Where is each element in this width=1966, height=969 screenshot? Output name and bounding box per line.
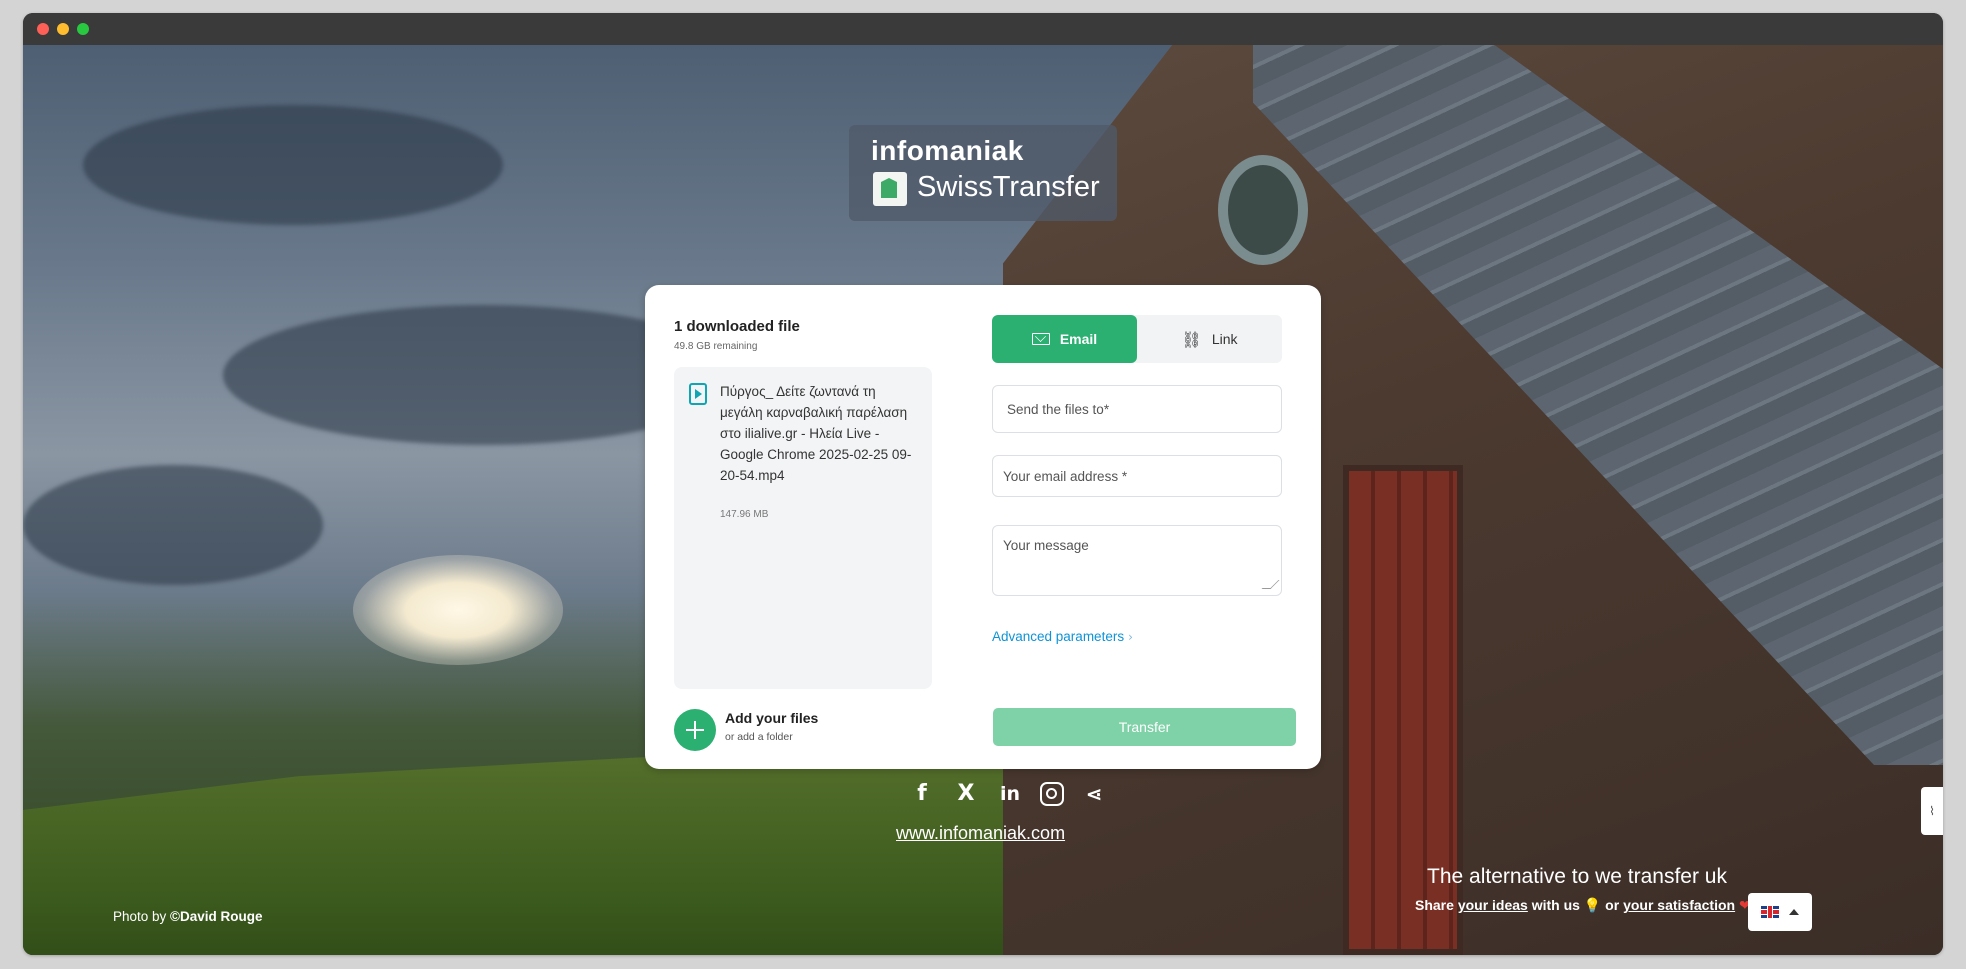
- logo-product: SwissTransfer: [917, 171, 1100, 203]
- background-round-window: [1218, 155, 1308, 265]
- share-or: or: [1601, 897, 1624, 913]
- background-sun: [353, 555, 563, 665]
- share-text: Share: [1415, 897, 1458, 913]
- instagram-icon[interactable]: [1040, 781, 1064, 806]
- feedback-line: Share your ideas with us 💡 or your satis…: [1415, 897, 1751, 914]
- tab-email-label: Email: [1059, 331, 1098, 347]
- photo-author-link[interactable]: ©David Rouge: [170, 909, 262, 924]
- browser-window: infomaniak SwissTransfer 1 downloaded fi…: [23, 13, 1943, 955]
- add-files-label[interactable]: Add your files: [725, 710, 818, 726]
- transfer-mode-tabs: Email ⛓ Link: [992, 315, 1282, 363]
- ideas-link[interactable]: your ideas: [1458, 897, 1528, 913]
- window-titlebar: [23, 13, 1943, 45]
- file-name: Πύργος_ Δείτε ζωντανά τη μεγάλη καρναβαλ…: [720, 384, 912, 483]
- file-list: Πύργος_ Δείτε ζωντανά τη μεγάλη καρναβαλ…: [674, 367, 932, 689]
- background-cloud: [83, 105, 503, 225]
- add-folder-link[interactable]: or add a folder: [725, 731, 793, 743]
- recipient-email-field[interactable]: Send the files to*: [992, 385, 1282, 433]
- caret-up-icon: [1789, 909, 1799, 915]
- linkedin-icon[interactable]: in: [996, 783, 1024, 805]
- advanced-parameters-link[interactable]: Advanced parameters ›: [992, 629, 1133, 644]
- transfer-button[interactable]: Transfer: [993, 708, 1296, 746]
- minimize-window-button[interactable]: [57, 23, 69, 35]
- link-icon: ⛓: [1181, 329, 1202, 349]
- side-panel-icon: ⌇: [1929, 804, 1935, 818]
- advanced-parameters-label: Advanced parameters: [992, 629, 1125, 644]
- lightbulb-icon: 💡: [1583, 898, 1602, 914]
- close-window-button[interactable]: [37, 23, 49, 35]
- website-link[interactable]: www.infomaniak.com: [896, 823, 1065, 844]
- tagline: The alternative to we transfer uk: [1427, 865, 1727, 888]
- background-cloud: [23, 465, 323, 585]
- sender-email-field[interactable]: Your email address *: [992, 455, 1282, 497]
- tab-link-label: Link: [1211, 331, 1238, 347]
- share-text-2: with us: [1527, 897, 1584, 913]
- photo-credit: Photo by ©David Rouge: [113, 909, 263, 924]
- social-links: f X in ⋖: [908, 781, 1108, 806]
- x-icon[interactable]: X: [952, 781, 980, 806]
- page-viewport: infomaniak SwissTransfer 1 downloaded fi…: [23, 45, 1943, 955]
- files-title: 1 downloaded file: [674, 318, 800, 335]
- photo-credit-prefix: Photo by: [113, 909, 171, 924]
- facebook-icon[interactable]: f: [908, 781, 936, 806]
- tab-email[interactable]: Email: [992, 315, 1137, 363]
- app-logo[interactable]: infomaniak SwissTransfer: [849, 125, 1117, 221]
- maximize-window-button[interactable]: [77, 23, 89, 35]
- mail-icon: [1031, 333, 1050, 345]
- chevron-right-icon: ›: [1128, 630, 1133, 644]
- files-remaining: 49.8 GB remaining: [674, 341, 758, 352]
- uk-flag-icon: [1761, 906, 1779, 918]
- transfer-card: 1 downloaded file 49.8 GB remaining Πύργ…: [645, 285, 1321, 769]
- language-selector[interactable]: [1748, 893, 1812, 931]
- tab-link[interactable]: ⛓ Link: [1137, 315, 1282, 363]
- swisstransfer-icon: [873, 172, 907, 206]
- add-files-button[interactable]: [674, 709, 716, 751]
- side-panel-tab[interactable]: ⌇: [1921, 787, 1943, 835]
- share-icon[interactable]: ⋖: [1080, 782, 1108, 806]
- logo-brand: infomaniak: [871, 135, 1024, 166]
- video-file-icon: [689, 383, 707, 405]
- file-size: 147.96 MB: [720, 509, 769, 520]
- message-field[interactable]: Your message: [992, 525, 1282, 596]
- satisfaction-link[interactable]: your satisfaction: [1623, 897, 1735, 913]
